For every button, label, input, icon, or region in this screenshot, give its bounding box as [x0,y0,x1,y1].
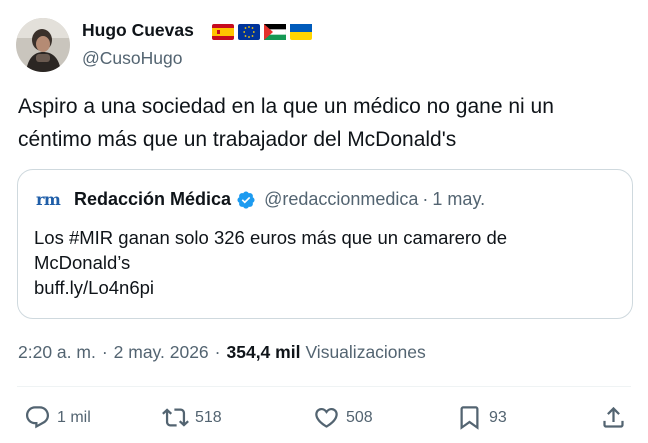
verified-badge-icon [236,190,256,210]
meta-dot: · [101,342,108,362]
bookmark-count: 93 [489,408,507,426]
views-label: Visualizaciones [305,342,426,362]
meta-dot: · [214,342,221,362]
eu-flag-icon [238,24,260,40]
views-count: 354,4 mil [226,342,301,362]
spain-flag-icon [212,24,234,40]
bookmark-button[interactable]: 93 [456,404,507,431]
author-name[interactable]: Hugo Cuevas [82,20,194,41]
quote-line: Los #MIR ganan solo 326 euros más que un… [34,227,508,248]
ukraine-flag-icon [290,24,312,40]
repost-count: 518 [195,408,222,426]
tweet-date[interactable]: 2 may. 2026 [114,342,209,363]
reply-icon [25,406,50,429]
repost-icon [162,408,189,427]
tweet-text: Aspiro a una sociedad en la que un médic… [18,95,554,151]
flag-emojis [212,24,312,40]
reply-count: 1 mil [57,408,91,426]
quote-link[interactable]: buff.ly/Lo4n6pi [34,275,619,300]
quote-date[interactable]: 1 may. [432,189,485,210]
quote-body: Los #MIR ganan solo 326 euros más que un… [34,225,619,300]
tweet-time[interactable]: 2:20 a. m. [18,342,96,363]
reply-button[interactable]: 1 mil [24,404,91,431]
quote-author-name[interactable]: Redacción Médica [74,189,231,210]
palestine-flag-icon [264,24,286,40]
redaccion-medica-logo[interactable]: rm [36,190,70,209]
tweet-meta: 2:20 a. m. · 2 may. 2026 · 354,4 mil Vis… [18,342,426,363]
divider [17,386,631,387]
quote-header: rm Redacción Médica @redaccionmedica · 1… [36,189,485,210]
avatar[interactable] [16,18,70,72]
bookmark-icon [460,406,479,430]
quoted-tweet[interactable]: rm Redacción Médica @redaccionmedica · 1… [17,169,633,319]
share-button[interactable] [600,404,627,431]
quote-separator: · [422,189,429,209]
author-handle[interactable]: @CusoHugo [82,48,182,69]
heart-icon [315,407,338,428]
like-button[interactable]: 508 [313,404,373,431]
repost-button[interactable]: 518 [162,404,222,431]
share-icon [603,406,624,428]
like-count: 508 [346,408,373,426]
quote-author-handle[interactable]: @redaccionmedica [264,189,418,210]
quote-line: McDonald’s [34,252,131,273]
